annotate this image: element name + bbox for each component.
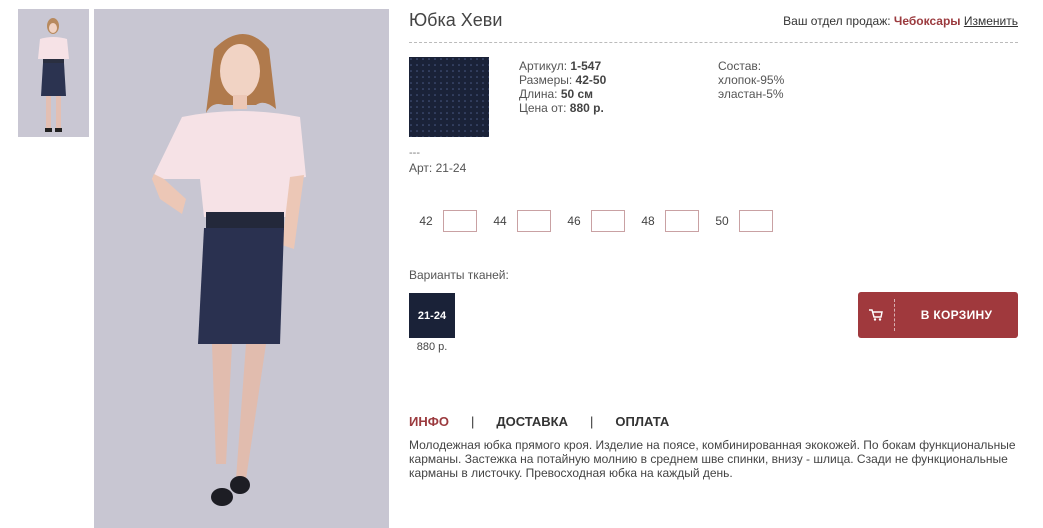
article-number: Арт: 21-24 (409, 161, 467, 175)
tab-divider: | (470, 414, 475, 429)
dept-city: Чебоксары (893, 14, 961, 28)
composition: Состав: хлопок-95% эластан-5% (718, 59, 784, 101)
fabric-swatch (409, 57, 489, 137)
product-photo[interactable] (94, 9, 389, 528)
size-quantity-row: 42 44 46 48 50 (409, 210, 779, 232)
sales-department: Ваш отдел продаж: Чебоксары Изменить (783, 14, 1018, 28)
size-50-qty-input[interactable] (739, 210, 773, 232)
size-label: 50 (715, 214, 729, 228)
thumbnail-image (18, 9, 89, 137)
header-divider (409, 42, 1018, 43)
fabric-variant-tile[interactable]: 21-24 (409, 293, 455, 338)
product-thumbnail[interactable] (18, 9, 89, 137)
product-description: Молодежная юбка прямого кроя. Изделие на… (409, 438, 1016, 480)
cart-icon (858, 299, 895, 331)
variant-price: 880 р. (416, 341, 448, 353)
size-44-qty-input[interactable] (517, 210, 551, 232)
composition-title: Состав: (718, 59, 762, 73)
size-label: 44 (493, 214, 507, 228)
info-tabs: ИНФО | ДОСТАВКА | ОПЛАТА (409, 414, 669, 429)
variants-label: Варианты тканей: (409, 268, 509, 282)
size-label: 46 (567, 214, 581, 228)
tab-delivery[interactable]: ДОСТАВКА (496, 414, 568, 429)
spec-length: Длина: 50 см (519, 87, 594, 101)
composition-item: эластан-5% (718, 87, 784, 101)
add-to-cart-button[interactable]: В КОРЗИНУ (858, 292, 1018, 338)
size-42-qty-input[interactable] (443, 210, 477, 232)
size-46-qty-input[interactable] (591, 210, 625, 232)
fabric-pattern (409, 57, 489, 137)
tab-payment[interactable]: ОПЛАТА (615, 414, 669, 429)
spec-price: Цена от: 880 р. (519, 101, 604, 115)
size-label: 42 (419, 214, 433, 228)
spec-sizes: Размеры: 42-50 (519, 73, 607, 87)
dept-label: Ваш отдел продаж: (783, 14, 891, 28)
size-label: 48 (641, 214, 655, 228)
tab-info[interactable]: ИНФО (409, 414, 449, 429)
product-title: Юбка Хеви (409, 10, 503, 30)
model-image (94, 9, 389, 528)
change-dept-link[interactable]: Изменить (964, 14, 1018, 28)
composition-item: хлопок-95% (718, 73, 785, 87)
spec-article: Артикул: 1-547 (519, 59, 602, 73)
separator-dashes: --- (409, 147, 420, 159)
product-specs: Артикул: 1-547 Размеры: 42-50 Длина: 50 … (519, 59, 606, 115)
size-48-qty-input[interactable] (665, 210, 699, 232)
add-to-cart-label: В КОРЗИНУ (920, 308, 993, 322)
tab-divider: | (590, 414, 594, 429)
